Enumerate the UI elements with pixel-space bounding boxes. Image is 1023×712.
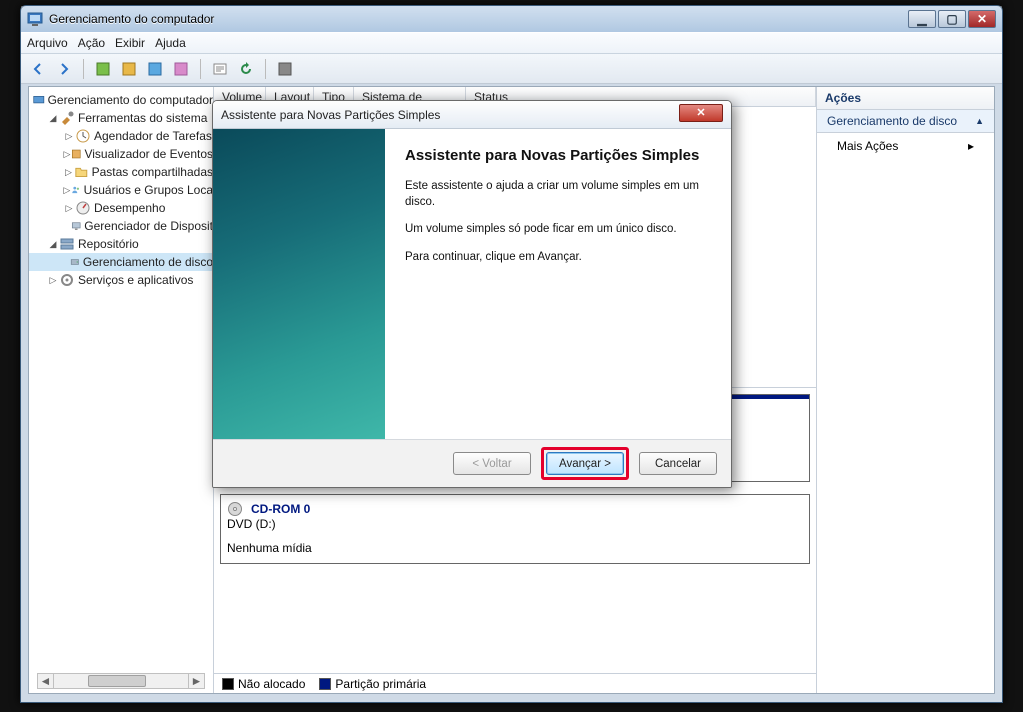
tree-shared-folders[interactable]: ▷Pastas compartilhadas [29, 163, 213, 181]
cdrom-header: CD-ROM 0 DVD (D:) Nenhuma mídia [221, 495, 809, 563]
wizard-heading: Assistente para Novas Partições Simples [405, 147, 711, 165]
new-simple-volume-wizard: Assistente para Novas Partições Simples … [212, 100, 732, 488]
window-controls: ▁ ▢ ✕ [908, 10, 996, 28]
tree-disk-management[interactable]: Gerenciamento de disco [29, 253, 213, 271]
toolbar-icon-3[interactable] [144, 58, 166, 80]
device-icon [71, 218, 81, 234]
toolbar [21, 54, 1002, 84]
wizard-titlebar[interactable]: Assistente para Novas Partições Simples … [213, 101, 731, 129]
menu-acao[interactable]: Ação [78, 36, 105, 50]
wizard-sidebar-graphic [213, 129, 385, 439]
folder-icon [74, 164, 89, 180]
actions-header: Ações [817, 87, 994, 110]
cdrom-icon [227, 501, 247, 517]
tree-device-manager[interactable]: Gerenciador de Disposit [29, 217, 213, 235]
disk-icon [70, 254, 80, 270]
computer-management-icon [27, 11, 43, 27]
tree-services[interactable]: ▷Serviços e aplicativos [29, 271, 213, 289]
wizard-next-button[interactable]: Avançar > [546, 452, 624, 475]
chevron-right-icon: ▸ [968, 139, 974, 153]
actions-pane: Ações Gerenciamento de disco▲ Mais Ações… [816, 87, 994, 693]
wizard-paragraph-1: Este assistente o ajuda a criar um volum… [405, 179, 711, 210]
menu-ajuda[interactable]: Ajuda [155, 36, 186, 50]
refresh-icon[interactable] [235, 58, 257, 80]
legend-unallocated: Não alocado [222, 677, 305, 691]
tree-local-users[interactable]: ▷Usuários e Grupos Loca [29, 181, 213, 199]
window-title: Gerenciamento do computador [49, 12, 908, 26]
tree-pane: Gerenciamento do computador ◢ Ferramenta… [29, 87, 214, 693]
cdrom-block[interactable]: CD-ROM 0 DVD (D:) Nenhuma mídia [220, 494, 810, 564]
tree-system-tools[interactable]: ◢ Ferramentas do sistema [29, 109, 213, 127]
tree-storage[interactable]: ◢Repositório [29, 235, 213, 253]
tree-task-scheduler[interactable]: ▷Agendador de Tarefas [29, 127, 213, 145]
menubar: Arquivo Ação Exibir Ajuda [21, 32, 1002, 54]
toolbar-icon-4[interactable] [170, 58, 192, 80]
titlebar[interactable]: Gerenciamento do computador ▁ ▢ ✕ [21, 6, 1002, 32]
forward-icon[interactable] [53, 58, 75, 80]
legend-primary: Partição primária [319, 677, 426, 691]
toolbar-icon-1[interactable] [92, 58, 114, 80]
back-icon[interactable] [27, 58, 49, 80]
wizard-paragraph-3: Para continuar, clique em Avançar. [405, 250, 711, 266]
storage-icon [59, 236, 75, 252]
wizard-close-button[interactable]: ✕ [679, 104, 723, 122]
legend: Não alocado Partição primária [214, 673, 816, 693]
highlight-box: Avançar > [541, 447, 629, 480]
menu-exibir[interactable]: Exibir [115, 36, 145, 50]
computer-icon [33, 92, 45, 108]
wizard-cancel-button[interactable]: Cancelar [639, 452, 717, 475]
performance-icon [75, 200, 91, 216]
wizard-title-text: Assistente para Novas Partições Simples [221, 108, 679, 122]
clock-icon [75, 128, 91, 144]
tree-event-viewer[interactable]: ▷Visualizador de Eventos [29, 145, 213, 163]
wizard-button-bar: < Voltar Avançar > Cancelar [213, 439, 731, 487]
wizard-back-button: < Voltar [453, 452, 531, 475]
collapse-icon: ▲ [975, 116, 984, 126]
tools-icon [59, 110, 75, 126]
wizard-paragraph-2: Um volume simples só pode ficar em um ún… [405, 222, 711, 238]
users-icon [71, 182, 81, 198]
close-button[interactable]: ✕ [968, 10, 996, 28]
event-icon [71, 146, 82, 162]
toolbar-icon-6[interactable] [274, 58, 296, 80]
tree-root[interactable]: Gerenciamento do computador [29, 91, 213, 109]
wizard-content: Assistente para Novas Partições Simples … [385, 129, 731, 439]
actions-group-disk-mgmt[interactable]: Gerenciamento de disco▲ [817, 110, 994, 133]
maximize-button[interactable]: ▢ [938, 10, 966, 28]
tree-horizontal-scrollbar[interactable]: ◄► [37, 673, 205, 689]
minimize-button[interactable]: ▁ [908, 10, 936, 28]
menu-arquivo[interactable]: Arquivo [27, 36, 68, 50]
actions-more[interactable]: Mais Ações▸ [817, 133, 994, 159]
toolbar-icon-2[interactable] [118, 58, 140, 80]
services-icon [59, 272, 75, 288]
toolbar-icon-5[interactable] [209, 58, 231, 80]
tree-performance[interactable]: ▷Desempenho [29, 199, 213, 217]
